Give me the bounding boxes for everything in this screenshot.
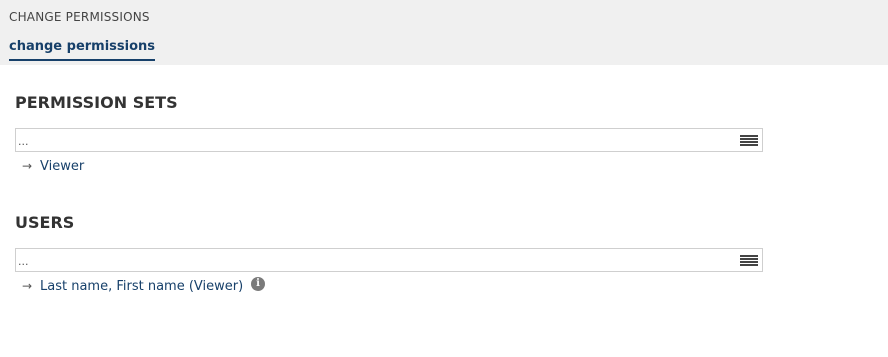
page-title: CHANGE PERMISSIONS: [9, 10, 150, 24]
arrow-right-icon: →: [22, 279, 33, 293]
arrow-right-icon: →: [22, 159, 33, 173]
permission-sets-input-value: ...: [18, 135, 29, 148]
permission-sets-menu-icon[interactable]: [740, 135, 758, 147]
permission-set-item: → Viewer: [22, 159, 84, 174]
users-input-value: ...: [18, 255, 29, 268]
tab-change-permissions[interactable]: change permissions: [9, 39, 156, 61]
header-bar: CHANGE PERMISSIONS change permissions: [0, 0, 888, 65]
permission-sets-heading: PERMISSION SETS: [15, 93, 178, 112]
permission-sets-input[interactable]: ...: [15, 128, 763, 152]
users-menu-icon[interactable]: [740, 255, 758, 267]
user-link[interactable]: Last name, First name (Viewer): [40, 279, 243, 294]
user-item: → Last name, First name (Viewer): [22, 279, 243, 294]
users-input[interactable]: ...: [15, 248, 763, 272]
info-icon[interactable]: i: [251, 277, 265, 291]
permission-set-link-viewer[interactable]: Viewer: [40, 159, 84, 174]
users-heading: USERS: [15, 213, 75, 232]
